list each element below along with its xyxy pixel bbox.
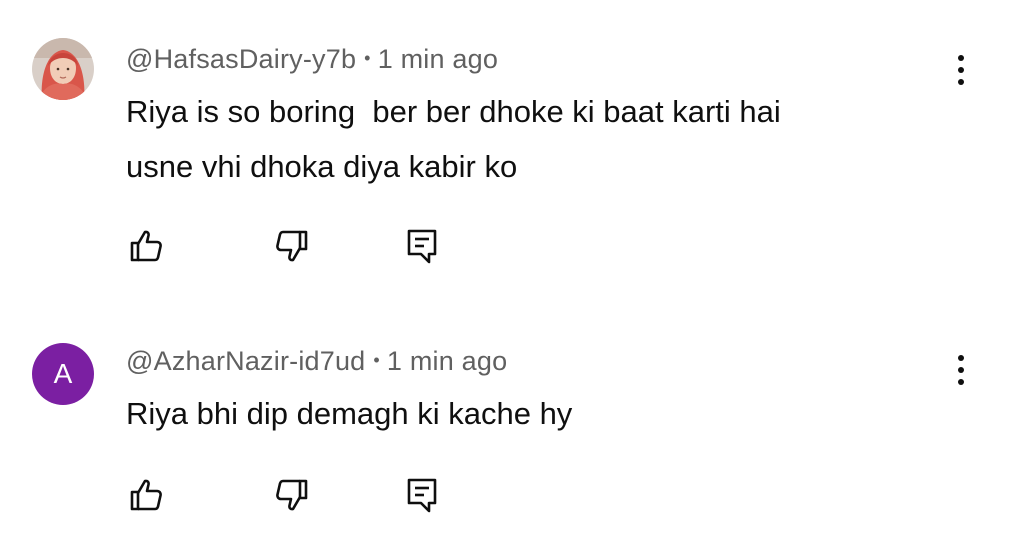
thumbs-up-icon bbox=[130, 230, 162, 262]
reply-comment-icon bbox=[407, 478, 437, 513]
comment-timestamp[interactable]: 1 min ago bbox=[378, 44, 498, 74]
dislike-button[interactable] bbox=[268, 222, 316, 270]
reply-button[interactable] bbox=[398, 471, 446, 519]
more-vert-icon-dot bbox=[958, 379, 964, 385]
comment-item: A @AzharNazir-id7ud • 1 min ago Riya bhi d… bbox=[0, 300, 1024, 533]
comment-item: @HafsasDairy-y7b • 1 min ago Riya is so bo… bbox=[0, 0, 1024, 290]
author-handle[interactable]: @AzharNazir-id7ud bbox=[126, 346, 365, 376]
more-vert-icon-dot bbox=[958, 79, 964, 85]
comment-text: Riya bhi dip demagh ki kache hy bbox=[126, 396, 573, 431]
thumbs-up-icon bbox=[130, 479, 162, 511]
comment-timestamp[interactable]: 1 min ago bbox=[387, 346, 507, 376]
comment-meta: @HafsasDairy-y7b • 1 min ago bbox=[126, 44, 498, 75]
meta-separator: • bbox=[373, 350, 380, 370]
more-vert-icon bbox=[958, 55, 964, 61]
avatar[interactable]: A bbox=[32, 343, 94, 405]
like-button[interactable] bbox=[122, 471, 170, 519]
thumbs-down-icon bbox=[276, 479, 308, 511]
meta-separator: • bbox=[364, 48, 371, 68]
comment-meta: @AzharNazir-id7ud • 1 min ago bbox=[126, 346, 507, 377]
more-vert-icon bbox=[958, 355, 964, 361]
author-handle[interactable]: @HafsasDairy-y7b bbox=[126, 44, 356, 74]
comment-text: Riya is so boring ber ber dhoke ki baat … bbox=[126, 94, 781, 184]
dislike-button[interactable] bbox=[268, 471, 316, 519]
like-button[interactable] bbox=[122, 222, 170, 270]
more-vert-icon-dot bbox=[958, 67, 964, 73]
more-vert-icon-dot bbox=[958, 367, 964, 373]
avatar[interactable] bbox=[32, 38, 94, 100]
reply-button[interactable] bbox=[398, 222, 446, 270]
reply-comment-icon bbox=[407, 229, 437, 264]
avatar-photo bbox=[32, 38, 94, 100]
more-options-button[interactable] bbox=[944, 346, 978, 394]
thumbs-down-icon bbox=[276, 230, 308, 262]
more-options-button[interactable] bbox=[944, 46, 978, 94]
